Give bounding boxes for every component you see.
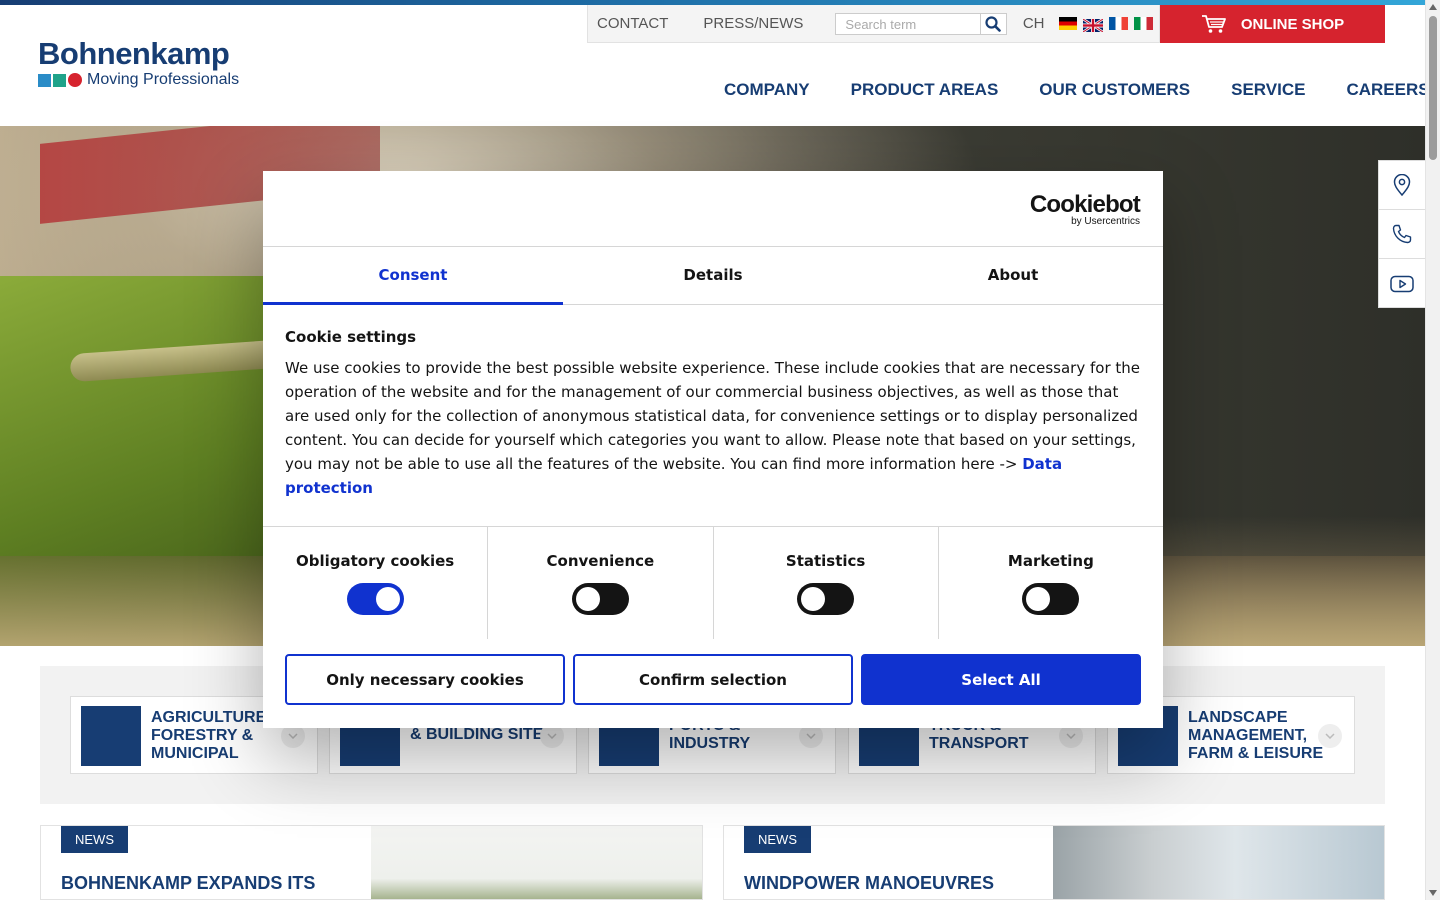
cookie-tabs: Consent Details About [263,247,1163,305]
toggle-label: Marketing [1007,552,1094,570]
statistics-toggle[interactable] [797,583,855,615]
tab-details[interactable]: Details [563,247,863,305]
cookie-body-text: We use cookies to provide the best possi… [285,359,1140,473]
only-necessary-button[interactable]: Only necessary cookies [285,654,565,705]
toggle-knob [575,587,600,611]
page: Bohnenkamp Moving Professionals COMPANY … [0,0,1440,900]
cookie-description: We use cookies to provide the best possi… [285,356,1141,500]
toggle-label: Statistics [785,552,866,570]
convenience-toggle[interactable] [571,583,629,615]
category-statistics: Statistics [714,527,939,639]
cookie-categories: Obligatory cookies Convenience Statistic… [263,527,1163,639]
tab-consent[interactable]: Consent [263,247,563,305]
toggle-knob [375,587,400,611]
category-convenience: Convenience [488,527,714,639]
toggle-knob [1026,587,1051,611]
category-obligatory: Obligatory cookies [263,527,489,639]
cookiebot-logo: Cookiebot by Usercentrics [1029,191,1141,227]
tab-about[interactable]: About [863,247,1163,305]
obligatory-toggle[interactable] [346,583,404,615]
confirm-selection-button[interactable]: Confirm selection [573,654,853,705]
cookie-dialog-header: Cookiebot by Usercentrics [263,171,1163,247]
cookie-body: Cookie settings We use cookies to provid… [263,305,1163,527]
cookie-heading: Cookie settings [285,328,417,346]
category-marketing: Marketing [939,527,1163,639]
select-all-button[interactable]: Select All [861,654,1141,705]
cookiebot-brand-sub: by Usercentrics [1071,216,1140,227]
cookie-dialog: Cookiebot by Usercentrics Consent Detail… [263,171,1163,728]
toggle-label: Convenience [546,552,655,570]
toggle-knob [801,587,826,611]
cookie-buttons: Only necessary cookies Confirm selection… [285,654,1141,705]
cookie-overlay: Cookiebot by Usercentrics Consent Detail… [0,0,1440,900]
marketing-toggle[interactable] [1022,583,1080,615]
cookiebot-brand: Cookiebot [1029,191,1141,218]
toggle-label: Obligatory cookies [296,552,455,570]
